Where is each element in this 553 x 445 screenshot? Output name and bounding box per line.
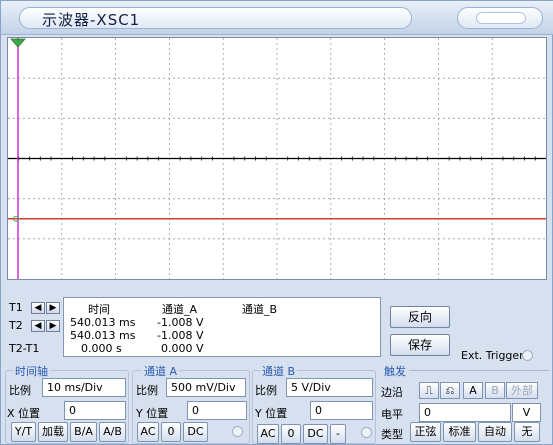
- readout-t2-channel-a: -1.008 V: [157, 329, 204, 342]
- timebase-title: 时间轴: [13, 363, 50, 379]
- channel-a-scale-input[interactable]: 500 mV/Div: [166, 378, 246, 397]
- channel-a-title: 通道 A: [142, 363, 180, 379]
- t1-left-arrow-button[interactable]: ◀: [31, 302, 45, 314]
- rising-edge-icon[interactable]: ⎍: [419, 382, 439, 399]
- oscilloscope-window: 示波器-XSC1 T1 ◀ ▶ T2 ◀ ▶ T2-T1 时间 通道_A 通道_…: [0, 0, 553, 445]
- readout-delta-channel-a: 0.000 V: [161, 342, 204, 355]
- trigger-source-b-button[interactable]: B: [485, 382, 505, 399]
- trigger-edge-label: 边沿: [381, 386, 403, 399]
- t2-right-arrow-button[interactable]: ▶: [46, 320, 60, 332]
- trigger-type-normal-button[interactable]: 标准: [443, 422, 476, 442]
- t2-t1-label: T2-T1: [9, 342, 40, 355]
- mode-yt-button[interactable]: Y/T: [11, 422, 36, 442]
- x-position-label: X 位置: [7, 407, 41, 420]
- t1-right-arrow-button[interactable]: ▶: [46, 302, 60, 314]
- channel-a-ac-button[interactable]: AC: [137, 422, 159, 442]
- channel-b-minus-button[interactable]: -: [330, 424, 346, 444]
- readout-delta-time: 0.000 s: [81, 342, 122, 355]
- readout-t2-time: 540.013 ms: [70, 329, 136, 342]
- mode-load-button[interactable]: 加载: [38, 422, 68, 442]
- channel-b-scale-input[interactable]: 5 V/Div: [286, 378, 373, 397]
- trigger-source-a-button[interactable]: A: [463, 382, 483, 399]
- mode-ba-button[interactable]: B/A: [70, 422, 97, 442]
- channel-b-zero-button[interactable]: 0: [281, 424, 301, 444]
- readout-t1-time: 540.013 ms: [70, 316, 136, 329]
- channel-b-dc-button[interactable]: DC: [303, 424, 328, 444]
- channel-a-y-position-input[interactable]: 0: [187, 401, 247, 420]
- channel-b-ac-button[interactable]: AC: [257, 424, 279, 444]
- readout-header-channel-a: 通道_A: [162, 303, 198, 316]
- t1-label: T1: [9, 301, 23, 314]
- trigger-level-unit[interactable]: V: [512, 403, 541, 422]
- window-control-knob: [476, 12, 526, 24]
- channel-b-title: 通道 B: [260, 363, 298, 379]
- channel-b-terminal[interactable]: [361, 427, 372, 438]
- channel-a-dc-button[interactable]: DC: [183, 422, 208, 442]
- readout-t1-channel-a: -1.008 V: [157, 316, 204, 329]
- timebase-scale-input[interactable]: 10 ms/Div: [42, 378, 126, 397]
- timebase-scale-label: 比例: [9, 384, 31, 397]
- channel-b-scale-label: 比例: [255, 384, 277, 397]
- t2-left-arrow-button[interactable]: ◀: [31, 320, 45, 332]
- oscilloscope-display: [7, 37, 547, 280]
- readout-header-time: 时间: [88, 303, 110, 316]
- ext-trigger-terminal[interactable]: [522, 350, 533, 361]
- trigger-type-sine-button[interactable]: 正弦: [410, 422, 441, 442]
- title-bar[interactable]: 示波器-XSC1: [1, 1, 553, 35]
- cursor-marker-icon: [10, 38, 26, 48]
- trigger-level-input[interactable]: 0: [419, 403, 511, 422]
- measurement-readout: 时间 通道_A 通道_B 540.013 ms -1.008 V 540.013…: [63, 297, 381, 357]
- window-title: 示波器-XSC1: [42, 11, 141, 29]
- reverse-button[interactable]: 反向: [390, 306, 450, 328]
- mode-ab-button[interactable]: A/B: [99, 422, 126, 442]
- channel-b-y-position-input[interactable]: 0: [310, 401, 373, 420]
- title-pill: 示波器-XSC1: [19, 7, 412, 29]
- falling-edge-icon[interactable]: ⎌: [440, 382, 460, 399]
- trigger-type-none-button[interactable]: 无: [514, 422, 540, 442]
- window-control-button[interactable]: [457, 7, 543, 29]
- ext-trigger-label: Ext. Trigger: [461, 349, 524, 362]
- channel-a-zero-button[interactable]: 0: [161, 422, 181, 442]
- save-button[interactable]: 保存: [390, 334, 450, 356]
- channel-b-y-position-label: Y 位置: [255, 407, 288, 420]
- trigger-title: 触发: [384, 365, 406, 378]
- trigger-level-label: 电平: [381, 408, 403, 421]
- trigger-type-auto-button[interactable]: 自动: [478, 422, 512, 442]
- channel-a-terminal[interactable]: [232, 426, 243, 437]
- channel-a-scale-label: 比例: [136, 384, 158, 397]
- t2-label: T2: [9, 319, 23, 332]
- trigger-divider: [409, 370, 549, 371]
- trigger-source-ext-button[interactable]: 外部: [506, 382, 538, 399]
- scope-plot: [8, 38, 546, 279]
- channel-a-y-position-label: Y 位置: [136, 407, 169, 420]
- readout-header-channel-b: 通道_B: [242, 303, 278, 316]
- x-position-input[interactable]: 0: [64, 401, 126, 420]
- trigger-type-label: 类型: [381, 428, 403, 441]
